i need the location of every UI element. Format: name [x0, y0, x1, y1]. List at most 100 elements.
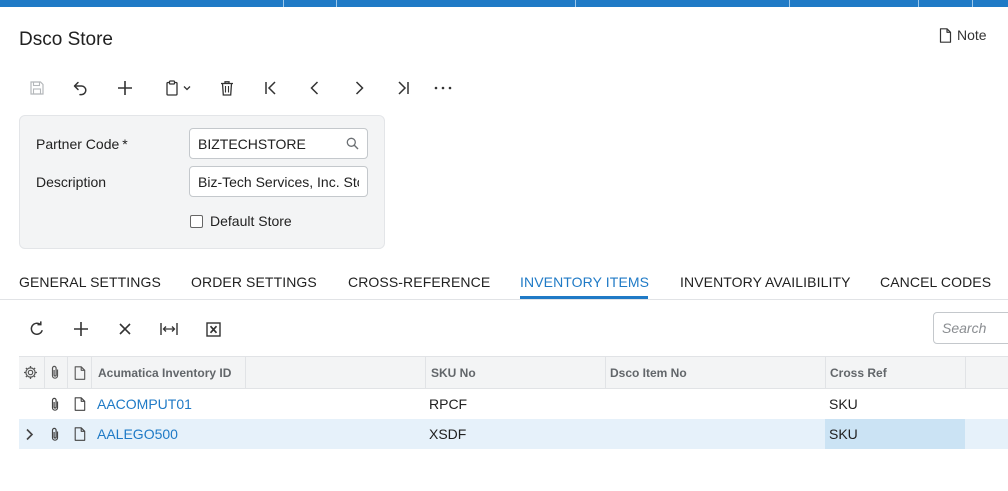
column-divider	[44, 357, 45, 388]
tab-cancel-codes[interactable]: CANCEL CODES	[880, 274, 991, 290]
row-attachment[interactable]	[50, 389, 60, 419]
undo-button[interactable]	[66, 74, 96, 102]
page-title: Dsco Store	[19, 29, 113, 50]
first-record-button[interactable]	[256, 74, 286, 102]
partner-code-label: Partner Code *	[36, 136, 128, 152]
default-store-checkbox-row[interactable]: Default Store	[190, 213, 292, 229]
paperclip-icon	[50, 397, 60, 412]
more-button[interactable]	[428, 74, 458, 102]
topbar-divider	[283, 0, 284, 7]
column-divider	[605, 357, 606, 388]
column-divider	[67, 357, 68, 388]
grid-search-input[interactable]: Search	[933, 312, 1008, 344]
column-header-dsco-item-no[interactable]: Dsco Item No	[610, 357, 687, 388]
last-icon	[395, 80, 411, 96]
previous-icon	[307, 80, 323, 96]
topbar-divider	[575, 0, 576, 7]
plus-icon	[117, 80, 133, 96]
required-marker: *	[122, 136, 128, 152]
tab-inventory-availibility[interactable]: INVENTORY AVAILIBILITY	[680, 274, 851, 290]
column-divider	[825, 357, 826, 388]
next-icon	[351, 80, 367, 96]
document-icon	[939, 27, 952, 43]
sku-no-cell[interactable]: RPCF	[429, 389, 467, 419]
column-divider	[91, 357, 92, 388]
cross-ref-cell[interactable]: SKU	[829, 419, 858, 449]
notes-column-header	[74, 357, 86, 388]
description-label: Description	[36, 174, 107, 190]
more-icon	[434, 86, 452, 90]
topbar-divider	[336, 0, 337, 7]
document-icon	[74, 427, 86, 441]
gear-icon	[23, 365, 38, 380]
column-header-sku-no[interactable]: SKU No	[431, 357, 476, 388]
description-field[interactable]: Biz-Tech Services, Inc. Sto	[189, 166, 368, 197]
delete-button[interactable]	[212, 74, 242, 102]
document-icon	[74, 397, 86, 411]
chevron-down-icon	[183, 85, 191, 91]
partner-code-field[interactable]: BIZTECHSTORE	[189, 128, 368, 159]
column-header-inventory-id[interactable]: Acumatica Inventory ID	[98, 357, 231, 388]
active-tab-indicator	[520, 296, 648, 299]
topbar-divider	[789, 0, 790, 7]
cross-ref-cell[interactable]: SKU	[829, 389, 858, 419]
delete-row-button[interactable]	[110, 315, 140, 343]
next-record-button[interactable]	[344, 74, 374, 102]
sku-no-cell[interactable]: XSDF	[429, 419, 466, 449]
row-note[interactable]	[74, 389, 86, 419]
default-store-label: Default Store	[210, 213, 292, 229]
undo-icon	[72, 80, 90, 96]
tab-bar: GENERAL SETTINGS ORDER SETTINGS CROSS-RE…	[0, 262, 1008, 300]
note-button[interactable]: Note	[939, 27, 987, 43]
partner-code-label-text: Partner Code	[36, 136, 120, 152]
tab-general-settings[interactable]: GENERAL SETTINGS	[19, 274, 161, 290]
column-divider	[425, 357, 426, 388]
tab-inventory-items[interactable]: INVENTORY ITEMS	[520, 274, 649, 290]
grid-header-row: Acumatica Inventory ID SKU No Dsco Item …	[19, 356, 1008, 389]
table-row[interactable]: AALEGO500 XSDF SKU	[19, 419, 1008, 449]
add-row-button[interactable]	[66, 315, 96, 343]
row-expand-button[interactable]	[25, 419, 34, 449]
inventory-items-grid: Acumatica Inventory ID SKU No Dsco Item …	[19, 356, 1008, 449]
export-excel-icon	[205, 321, 221, 337]
fit-columns-icon	[160, 322, 178, 336]
search-icon[interactable]	[346, 137, 359, 150]
delete-row-icon	[118, 322, 132, 336]
copy-paste-icon	[165, 80, 180, 96]
topbar-divider	[918, 0, 919, 7]
copy-paste-button[interactable]	[158, 74, 198, 102]
top-navigation-bar	[0, 0, 1008, 7]
table-row[interactable]: AACOMPUT01 RPCF SKU	[19, 389, 1008, 419]
add-button[interactable]	[110, 74, 140, 102]
column-header-cross-ref[interactable]: Cross Ref	[830, 357, 887, 388]
column-settings-button[interactable]	[23, 357, 38, 388]
export-excel-button[interactable]	[198, 315, 228, 343]
trash-icon	[220, 80, 234, 96]
chevron-right-icon	[25, 428, 34, 441]
fit-columns-button[interactable]	[154, 315, 184, 343]
save-icon	[29, 80, 45, 96]
row-attachment[interactable]	[50, 419, 60, 449]
refresh-icon	[29, 321, 45, 337]
column-divider	[245, 357, 246, 388]
topbar-divider	[972, 0, 973, 7]
row-note[interactable]	[74, 419, 86, 449]
last-record-button[interactable]	[388, 74, 418, 102]
refresh-button[interactable]	[22, 315, 52, 343]
document-icon	[74, 365, 86, 380]
description-value: Biz-Tech Services, Inc. Sto	[198, 173, 359, 190]
tab-cross-reference[interactable]: CROSS-REFERENCE	[348, 274, 490, 290]
inventory-id-link[interactable]: AACOMPUT01	[97, 389, 192, 419]
first-icon	[263, 80, 279, 96]
partner-code-value: BIZTECHSTORE	[198, 135, 306, 152]
tab-order-settings[interactable]: ORDER SETTINGS	[191, 274, 317, 290]
save-button[interactable]	[22, 74, 52, 102]
default-store-checkbox[interactable]	[190, 214, 203, 228]
inventory-id-link[interactable]: AALEGO500	[97, 419, 178, 449]
paperclip-icon	[50, 365, 60, 380]
add-row-icon	[73, 321, 89, 337]
note-label: Note	[957, 27, 987, 43]
previous-record-button[interactable]	[300, 74, 330, 102]
column-divider	[965, 357, 966, 388]
attachments-column-header	[50, 357, 60, 388]
